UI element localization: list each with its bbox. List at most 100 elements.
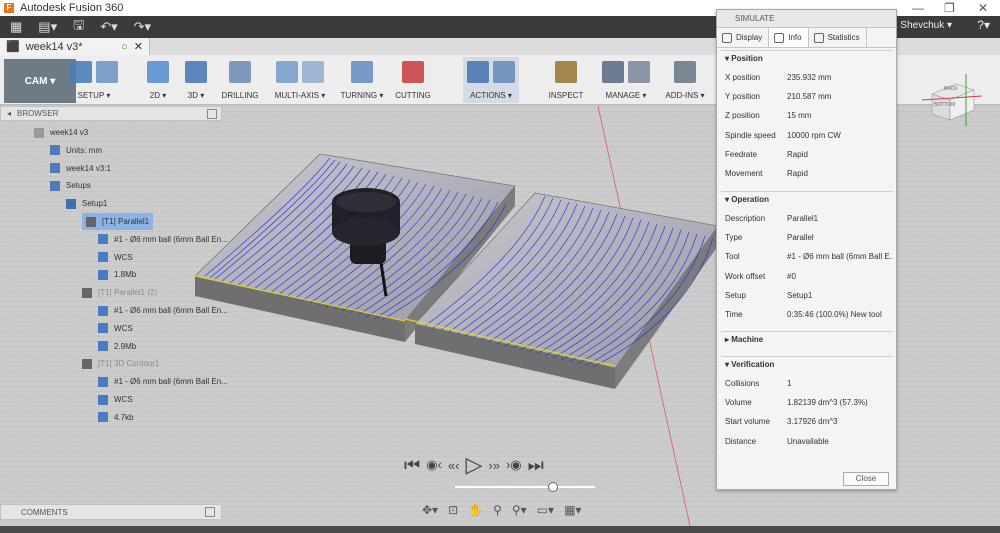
grid-menu-icon[interactable]: ▦ [10,19,22,35]
ribbon-tool-icon[interactable] [96,61,118,83]
tab-info[interactable]: Info [769,28,809,47]
ribbon-tool-icon[interactable] [276,61,298,83]
ribbon-group-0[interactable]: SETUP ▾ [66,57,122,103]
section-title: Operation [731,195,770,204]
ribbon-group-7[interactable]: ACTIONS ▾ [463,57,519,103]
close-tab-icon[interactable]: ✕ [134,40,143,53]
browser-item[interactable]: #1 - Ø6 mm ball (6mm Ball En... [98,231,228,248]
browser-title: BROWSER [17,109,59,118]
browser-item[interactable]: week14 v3:1 [50,160,111,177]
file-menu-icon[interactable]: ▤▾ [38,19,57,35]
ribbon-group-6[interactable]: CUTTING [393,57,433,103]
browser-item[interactable]: #1 - Ø6 mm ball (6mm Ball En... [98,302,228,319]
pin-icon[interactable] [207,108,217,119]
browser-item[interactable]: Units: mm [50,142,102,159]
browser-item[interactable]: 2.9Mb [98,338,136,355]
goto-end-icon[interactable]: ⏭ [528,455,544,476]
look-at-icon[interactable]: ⊡ [448,503,458,517]
browser-item[interactable]: WCS [98,391,133,408]
ribbon-tool-icon[interactable] [602,61,624,83]
browser-panel-header[interactable]: ◂ BROWSER [0,106,222,121]
browser-item[interactable]: [T1] 3D Contour1 [82,355,159,372]
ribbon-group-10[interactable]: ADD-INS ▾ [665,57,705,103]
add-comment-icon[interactable] [205,507,215,517]
ribbon-group-8[interactable]: INSPECT [546,57,586,103]
next-operation-icon[interactable]: ›◉ [506,457,522,473]
info-key: Distance [725,436,757,446]
ribbon-tool-icon[interactable] [493,61,515,83]
zoom-icon[interactable]: ⚲ [493,503,502,517]
prev-operation-icon[interactable]: ◉‹ [426,457,442,473]
grid-settings-icon[interactable]: ▦▾ [564,503,581,517]
orbit-icon[interactable]: ✥▾ [422,503,438,517]
browser-item[interactable]: Setups [50,177,91,194]
section-header-position[interactable]: ▾ Position [725,54,763,63]
tree-item-icon [98,323,108,334]
view-cube[interactable]: BACK BOTTOM [918,70,988,130]
close-window-button[interactable]: ✕ [978,1,988,15]
browser-item[interactable]: WCS [98,249,133,266]
collapse-arrow-icon[interactable]: ◂ [7,109,11,118]
section-header-machine[interactable]: ▸ Machine [725,335,763,344]
ribbon-group-4[interactable]: MULTI-AXIS ▾ [272,57,328,103]
browser-item[interactable]: 1.8Mb [98,266,136,283]
playback-slider-handle[interactable] [548,482,558,492]
ribbon-group-2[interactable]: 3D ▾ [176,57,216,103]
pan-icon[interactable]: ✋ [468,503,483,517]
tab-display[interactable]: Display [717,28,770,47]
fit-icon[interactable]: ⚲▾ [512,503,527,517]
ribbon-tool-icon[interactable] [674,61,696,83]
info-value: 0:35:46 (100.0%) New tool [787,310,882,319]
play-icon[interactable]: ▷ [465,452,482,478]
ribbon-group-label: CUTTING [395,91,431,100]
document-tab[interactable]: ⬛ week14 v3* ○ ✕ [0,38,150,55]
browser-item[interactable]: #1 - Ø6 mm ball (6mm Ball En... [98,373,228,390]
browser-item[interactable]: WCS [98,320,133,337]
browser-item[interactable]: week14 v3 [34,124,88,141]
step-back-icon[interactable]: «‹ [448,458,460,473]
ribbon-group-label: 2D ▾ [149,91,167,100]
undo-icon[interactable]: ↶▾ [100,19,117,35]
browser-item[interactable]: [T1] Parallel1 [82,213,154,230]
save-icon[interactable]: 🖫 [73,16,84,38]
ribbon-tool-icon[interactable] [351,61,373,83]
minimize-button[interactable]: — [912,1,924,15]
info-value: #1 - Ø6 mm ball (6mm Ball E... [787,252,893,262]
section-header-operation[interactable]: ▾ Operation [725,195,769,204]
section-header-verification[interactable]: ▾ Verification [725,360,774,369]
info-value: Parallel [787,233,814,243]
display-settings-icon[interactable]: ▭▾ [537,503,554,517]
playback-slider[interactable] [455,486,595,488]
ribbon-tool-icon[interactable] [302,61,324,83]
ribbon-tool-icon[interactable] [70,61,92,83]
maximize-button[interactable]: ❐ [944,1,955,15]
ribbon-tool-icon[interactable] [402,61,424,83]
ribbon-tool-icon[interactable] [229,61,251,83]
ribbon-tool-icon[interactable] [628,61,650,83]
ribbon-group-1[interactable]: 2D ▾ [138,57,178,103]
help-icon[interactable]: ?▾ [977,18,990,32]
browser-item[interactable]: 4.7kb [98,409,134,426]
tab-statistics[interactable]: Statistics [809,28,867,47]
redo-icon[interactable]: ↷▾ [134,19,151,35]
ribbon-tool-icon[interactable] [185,61,207,83]
ribbon-group-9[interactable]: MANAGE ▾ [598,57,654,103]
step-forward-icon[interactable]: ›» [488,458,500,473]
ribbon-tool-icon[interactable] [555,61,577,83]
ribbon-group-5[interactable]: TURNING ▾ [341,57,383,103]
goto-start-icon[interactable]: ⏮ [404,455,420,476]
simulation-playback-bar: ⏮ ◉‹ «‹ ▷ ›» ›◉ ⏭ [404,452,604,478]
comments-panel[interactable]: COMMENTS [0,504,222,520]
info-key: Description [725,214,766,223]
ribbon-group-label: MULTI-AXIS ▾ [274,91,326,100]
browser-item[interactable]: [T1] Parallel1 (2) [82,284,157,301]
tab-info-label: Info [788,33,802,42]
ribbon-group-3[interactable]: DRILLING [220,57,260,103]
ribbon-tool-icon[interactable] [147,61,169,83]
info-value: Unavailable [787,436,829,446]
ribbon-group-label: DRILLING [221,91,259,100]
info-value: Rapid [787,169,808,178]
browser-item[interactable]: Setup1 [66,195,107,212]
close-button[interactable]: Close [843,472,889,486]
ribbon-tool-icon[interactable] [467,61,489,83]
